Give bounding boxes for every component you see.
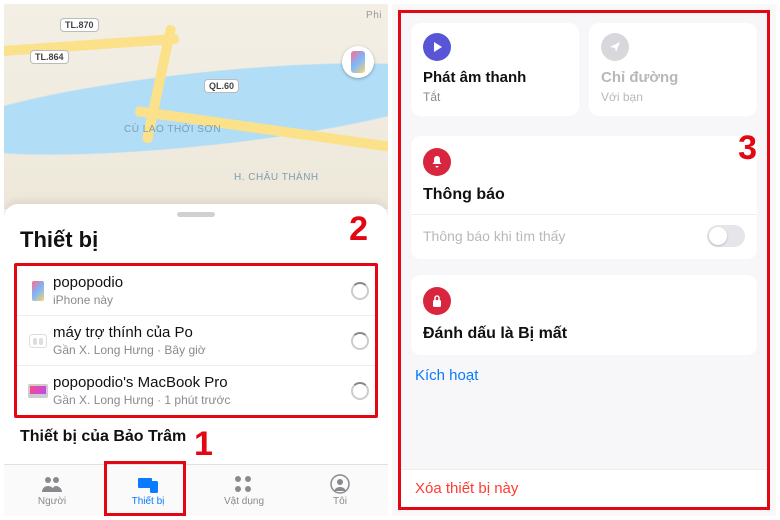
map-region-label: H. CHÂU THÀNH [234,172,319,183]
tab-label: Tôi [333,496,347,507]
tab-bar: Người Thiết bị Vật dụng Tôi [4,464,388,516]
annotation-number-1: 1 [194,425,213,464]
map-region-label: CÙ LAO THỚI SƠN [124,124,221,135]
iphone-icon [32,281,44,301]
annotation-number-2: 2 [349,210,368,249]
device-row[interactable]: popopodio's MacBook Pro Gần X. Long Hưng… [17,365,375,415]
play-sound-card[interactable]: Phát âm thanh Tắt [411,23,579,116]
loading-spinner-icon [351,382,369,400]
device-location-pin[interactable] [342,46,374,78]
directions-icon [601,33,629,61]
device-list-highlight: popopodio iPhone này máy trợ thính của P… [14,263,378,418]
sheet-title: Thiết bị [4,225,388,263]
bell-icon [423,148,451,176]
card-title: Chỉ đường [601,69,745,86]
loading-spinner-icon [351,282,369,300]
sheet-grabber[interactable] [177,212,215,217]
card-subtitle: Với bạn [601,90,745,104]
section-title: Thông báo [423,186,745,204]
annotation-box-1 [104,461,186,516]
macbook-icon [28,384,48,398]
directions-card[interactable]: Chỉ đường Với bạn [589,23,757,116]
items-icon [232,474,256,494]
airpods-icon [29,334,47,348]
tab-me[interactable]: Tôi [292,465,388,516]
device-name: máy trợ thính của Po [53,324,351,341]
loading-spinner-icon [351,332,369,350]
card-title: Phát âm thanh [423,69,567,86]
iphone-icon [351,51,365,73]
device-name: popopodio [53,274,351,291]
tab-label: Người [38,496,66,507]
tab-people[interactable]: Người [4,465,100,516]
section-title: Đánh dấu là Bị mất [423,325,745,343]
device-subtitle: iPhone này [53,293,351,307]
lock-icon [423,287,451,315]
card-subtitle: Tắt [423,90,567,104]
setting-label: Thông báo khi tìm thấy [423,228,565,244]
device-row[interactable]: popopodio iPhone này [17,266,375,315]
map-view[interactable]: TL.870 TL.864 QL.60 CÙ LAO THỚI SƠN H. C… [4,4,388,209]
map-region-label: Phi [366,10,382,21]
detail-highlight: 3 Phát âm thanh Tắt Chỉ đường Với bạn [398,10,770,510]
notifications-section: Thông báo Thông báo khi tìm thấy [411,136,757,259]
remove-device-link[interactable]: Xóa thiết bị này [401,470,767,507]
screen-device-detail: 3 Phát âm thanh Tắt Chỉ đường Với bạn [392,4,776,516]
road-shield: TL.864 [30,50,69,64]
tab-label: Vật dụng [224,496,264,507]
activate-lost-mode-link[interactable]: Kích hoạt [401,355,767,396]
device-row[interactable]: máy trợ thính của Po Gần X. Long Hưng · … [17,315,375,365]
road-shield: TL.870 [60,18,99,32]
road-shield: QL.60 [204,79,239,93]
tab-items[interactable]: Vật dụng [196,465,292,516]
people-icon [40,474,64,494]
notify-when-found-row[interactable]: Thông báo khi tìm thấy [411,214,757,247]
play-icon [423,33,451,61]
screen-find-my: TL.870 TL.864 QL.60 CÙ LAO THỚI SƠN H. C… [4,4,388,516]
toggle-switch[interactable] [707,225,745,247]
device-subtitle: Gần X. Long Hưng · Bây giờ [53,343,351,357]
device-subtitle: Gần X. Long Hưng · 1 phút trước [53,393,351,407]
device-name: popopodio's MacBook Pro [53,374,351,391]
annotation-number-3: 3 [738,129,757,168]
lost-mode-section: Đánh dấu là Bị mất [411,275,757,355]
me-icon [328,474,352,494]
action-cards-row: Phát âm thanh Tắt Chỉ đường Với bạn [401,13,767,120]
